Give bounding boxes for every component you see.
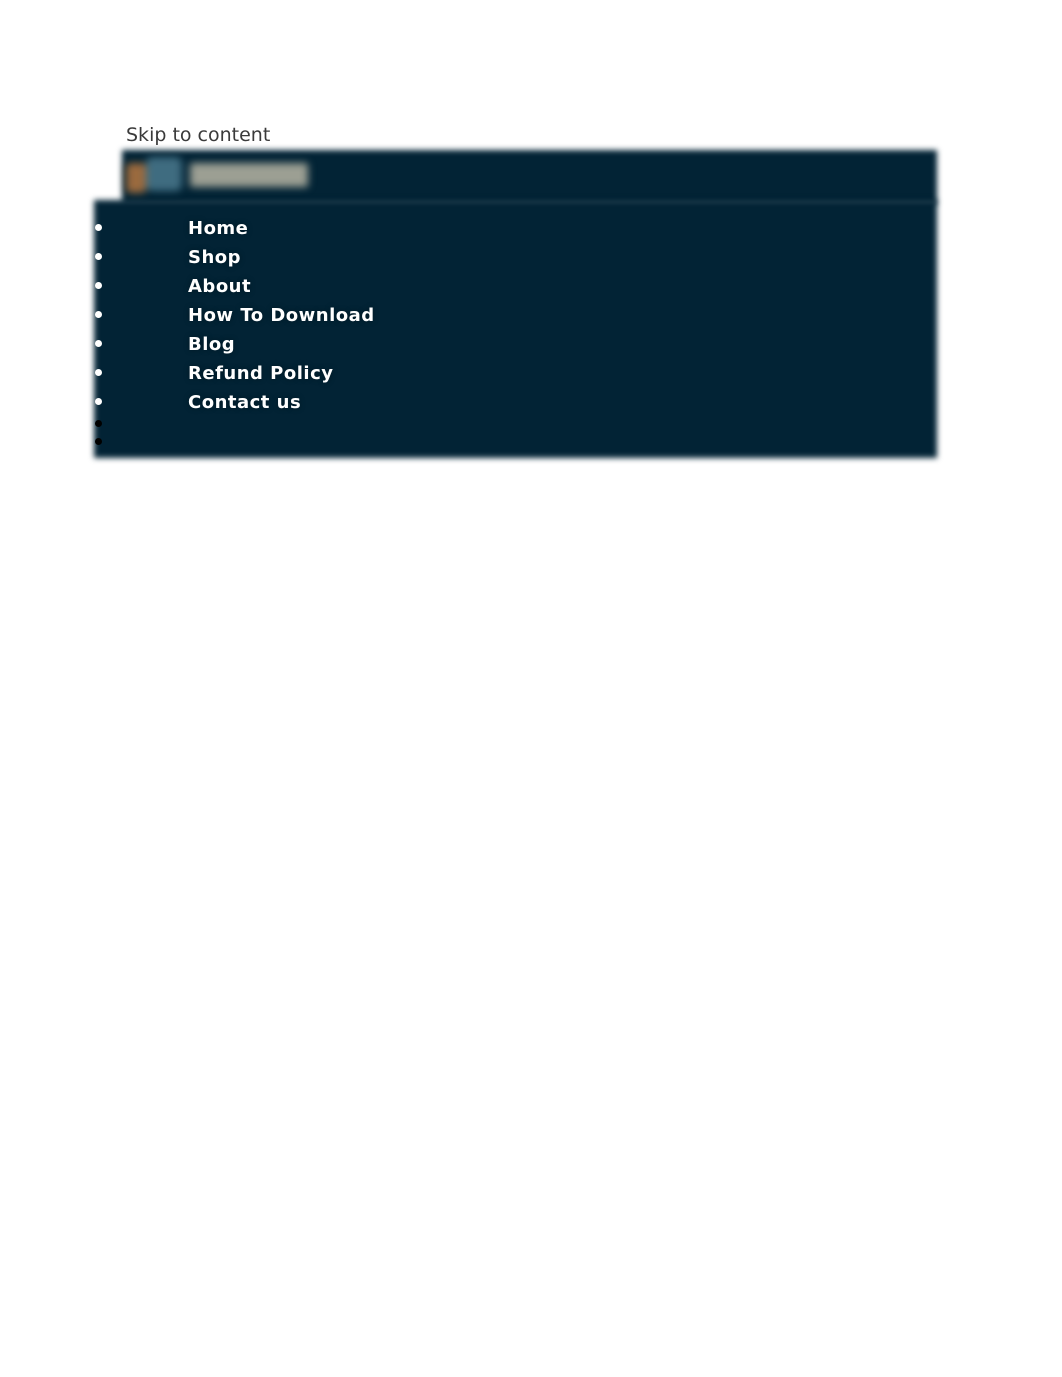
site-logo[interactable] xyxy=(124,155,310,193)
logo-wordmark xyxy=(190,163,308,187)
nav-link-about[interactable]: About xyxy=(188,274,251,300)
nav-link-contact-us[interactable]: Contact us xyxy=(188,390,301,416)
nav-link-blog[interactable]: Blog xyxy=(188,332,235,358)
nav-item-blog: Blog xyxy=(94,332,375,361)
logo-icon-teal xyxy=(146,157,182,191)
nav-item-how-to-download: How To Download xyxy=(94,303,375,332)
nav-item-empty xyxy=(94,414,375,432)
nav-item-empty xyxy=(94,432,375,450)
logo-icon-orange xyxy=(126,163,146,193)
nav-item-refund-policy: Refund Policy xyxy=(94,361,375,390)
nav-item-contact-us: Contact us xyxy=(94,390,375,414)
skip-to-content-link[interactable]: Skip to content xyxy=(126,123,270,147)
nav-link-how-to-download[interactable]: How To Download xyxy=(188,303,375,329)
nav-item-about: About xyxy=(94,274,375,303)
nav-item-shop: Shop xyxy=(94,245,375,274)
nav-link-shop[interactable]: Shop xyxy=(188,245,241,271)
nav-item-home: Home xyxy=(94,216,375,245)
main-navigation: Home Shop About How To Download Blog Ref… xyxy=(94,216,375,450)
nav-link-home[interactable]: Home xyxy=(188,216,248,242)
nav-link-refund-policy[interactable]: Refund Policy xyxy=(188,361,333,387)
